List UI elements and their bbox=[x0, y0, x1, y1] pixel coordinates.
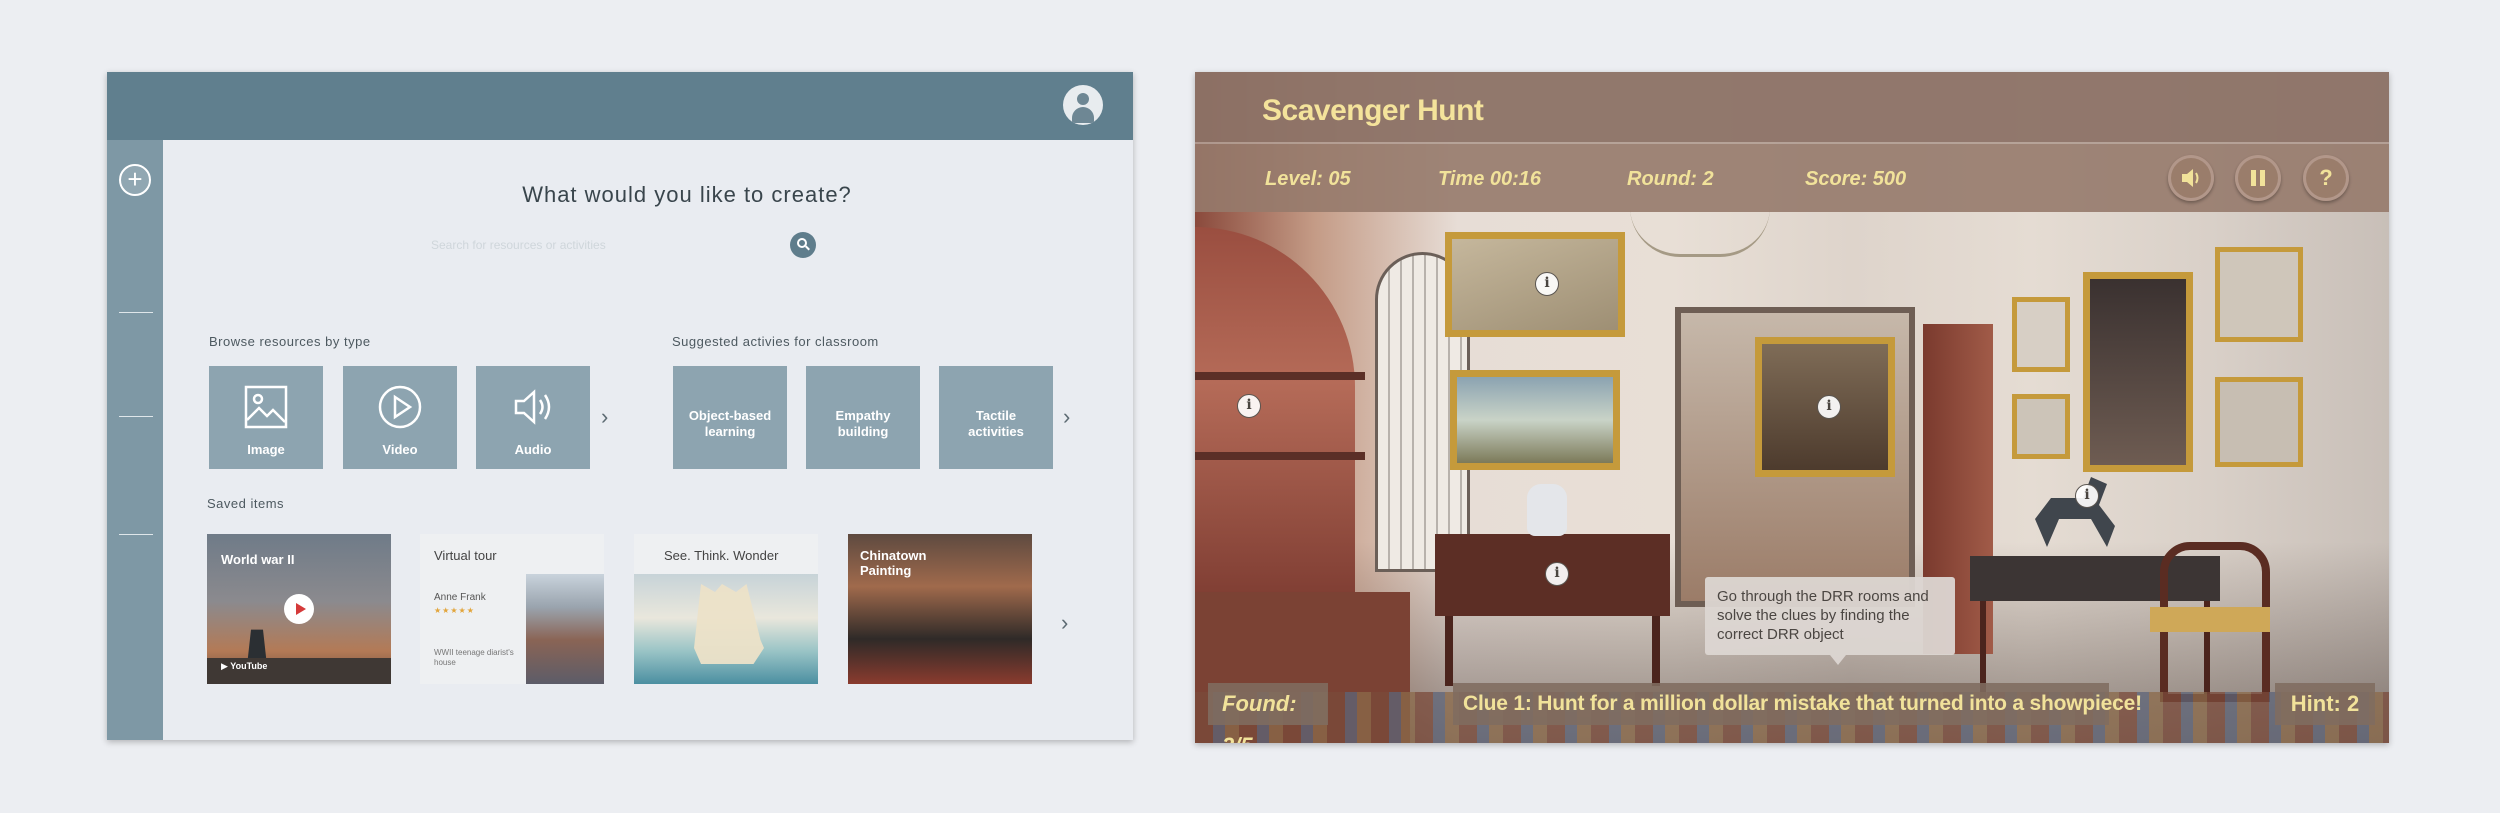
ginger-jar-vase bbox=[1527, 484, 1567, 536]
search-button[interactable] bbox=[790, 232, 816, 258]
browse-next-chevron-icon[interactable]: › bbox=[601, 406, 608, 428]
found-counter: Found: 2/5 bbox=[1208, 683, 1328, 743]
tile-label: Empathy building bbox=[835, 408, 891, 439]
small-frame bbox=[2012, 297, 2070, 372]
add-button[interactable]: + bbox=[119, 164, 151, 196]
speaker-icon bbox=[514, 389, 551, 425]
framed-landscape bbox=[1450, 370, 1620, 470]
building-photo bbox=[526, 574, 604, 684]
score-stat: Score: 500 bbox=[1805, 168, 1907, 190]
info-hotspot[interactable]: i bbox=[2075, 484, 2099, 508]
help-button[interactable]: ? bbox=[2303, 155, 2349, 201]
browse-tile-audio[interactable]: Audio bbox=[476, 366, 590, 469]
browse-tile-image[interactable]: Image bbox=[209, 366, 323, 469]
activity-tile-tactile[interactable]: Tactile activities bbox=[939, 366, 1053, 469]
speaker-icon bbox=[2182, 169, 2199, 187]
avatar-body-shape bbox=[1072, 107, 1094, 123]
side-rail bbox=[107, 140, 163, 740]
top-bar bbox=[107, 72, 1133, 140]
tile-label: Image bbox=[247, 442, 285, 457]
saved-item-title: Chinatown Painting bbox=[860, 548, 927, 578]
avatar-head-shape bbox=[1077, 93, 1089, 105]
saved-item-subtitle: Anne Frank bbox=[434, 592, 486, 603]
saved-section-label: Saved items bbox=[207, 496, 285, 511]
level-stat: Level: 05 bbox=[1265, 168, 1351, 190]
info-hotspot[interactable]: i bbox=[1817, 395, 1841, 419]
saved-item-world-war-ii[interactable]: World war II ▶ YouTube bbox=[207, 534, 391, 684]
scavenger-hunt-game: Scavenger Hunt Level: 05 Time 00:16 Roun… bbox=[1195, 72, 2389, 743]
browse-section-label: Browse resources by type bbox=[209, 334, 371, 349]
tile-label: Audio bbox=[514, 442, 552, 457]
info-hotspot[interactable]: i bbox=[1535, 272, 1559, 296]
info-hotspot[interactable]: i bbox=[1237, 394, 1261, 418]
desk-legs bbox=[1445, 616, 1660, 686]
info-hotspot[interactable]: i bbox=[1545, 562, 1569, 586]
shelf bbox=[1195, 452, 1365, 460]
pause-icon bbox=[2251, 170, 2256, 186]
saved-item-see-think-wonder[interactable]: See. Think. Wonder bbox=[634, 534, 818, 684]
rating-stars: ★★★★★ bbox=[434, 606, 475, 615]
small-frame bbox=[2215, 247, 2303, 342]
suggested-next-chevron-icon[interactable]: › bbox=[1063, 406, 1070, 428]
chandelier bbox=[1630, 207, 1770, 257]
tile-label: Object-based learning bbox=[688, 408, 772, 439]
resource-creator-window: + What would you like to create? Browse … bbox=[107, 72, 1133, 740]
instruction-tooltip: Go through the DRR rooms and solve the c… bbox=[1705, 577, 1955, 665]
rail-divider bbox=[119, 312, 153, 313]
pause-button[interactable] bbox=[2235, 155, 2281, 201]
hint-button[interactable]: Hint: 2 bbox=[2275, 683, 2375, 725]
saved-item-title: World war II bbox=[221, 552, 295, 567]
small-frame bbox=[2012, 394, 2070, 459]
sound-button[interactable] bbox=[2168, 155, 2214, 201]
time-stat: Time 00:16 bbox=[1438, 168, 1542, 190]
youtube-badge: ▶ YouTube bbox=[221, 661, 268, 671]
portrait-painting bbox=[2083, 272, 2193, 472]
search-input[interactable] bbox=[429, 232, 799, 258]
plus-icon: + bbox=[127, 164, 143, 194]
search-icon-handle bbox=[805, 245, 810, 251]
small-frame bbox=[2215, 377, 2303, 467]
game-header: Scavenger Hunt bbox=[1195, 72, 2389, 142]
saved-item-note: WWII teenage diarist's house bbox=[434, 648, 514, 667]
saved-item-title: Virtual tour bbox=[434, 548, 497, 563]
saved-next-chevron-icon[interactable]: › bbox=[1061, 612, 1068, 634]
game-title: Scavenger Hunt bbox=[1262, 94, 1484, 127]
page-title: What would you like to create? bbox=[522, 182, 852, 207]
saved-item-chinatown-painting[interactable]: Chinatown Painting bbox=[848, 534, 1032, 684]
shelf bbox=[1195, 372, 1365, 380]
image-icon bbox=[244, 385, 288, 429]
suggested-section-label: Suggested activies for classroom bbox=[672, 334, 879, 349]
tile-label: Video bbox=[382, 442, 418, 457]
round-stat: Round: 2 bbox=[1627, 168, 1714, 190]
saved-item-title: See. Think. Wonder bbox=[664, 548, 779, 563]
clue-text: Clue 1: Hunt for a million dollar mistak… bbox=[1453, 683, 2142, 725]
pause-icon-bar bbox=[2260, 170, 2265, 186]
browse-tile-video[interactable]: Video bbox=[343, 366, 457, 469]
user-avatar[interactable] bbox=[1063, 85, 1103, 125]
horse-sculpture bbox=[2035, 477, 2115, 547]
play-icon[interactable] bbox=[284, 594, 314, 624]
tile-label: Tactile activities bbox=[968, 408, 1024, 439]
chair-seat bbox=[2150, 607, 2270, 632]
play-circle-icon bbox=[378, 385, 422, 429]
rail-divider bbox=[119, 416, 153, 417]
rail-divider bbox=[119, 534, 153, 535]
arched-bookshelf bbox=[1195, 227, 1355, 617]
activity-tile-empathy[interactable]: Empathy building bbox=[806, 366, 920, 469]
activity-tile-object-based[interactable]: Object-based learning bbox=[673, 366, 787, 469]
saved-item-virtual-tour[interactable]: Virtual tour Anne Frank ★★★★★ WWII teena… bbox=[420, 534, 604, 684]
